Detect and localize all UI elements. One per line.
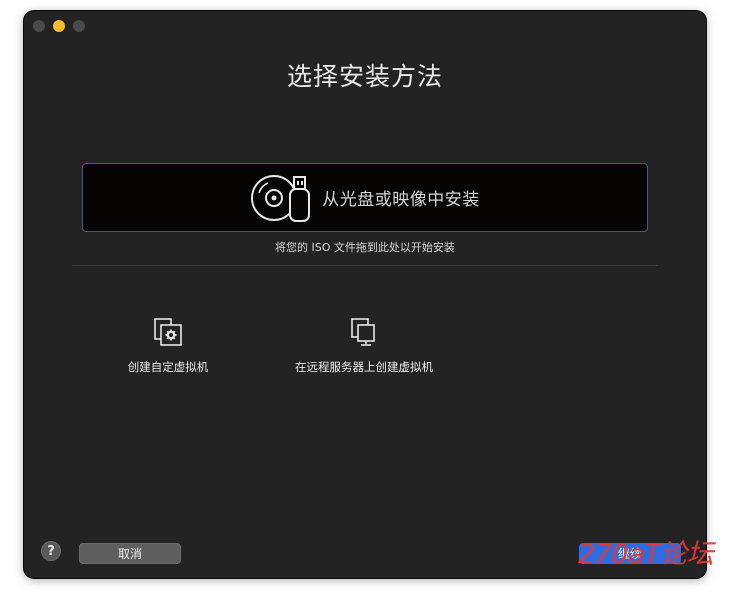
cancel-button[interactable]: 取消: [79, 543, 181, 564]
zoom-window-button[interactable]: [73, 20, 85, 32]
install-from-disc-label: 从光盘或映像中安装: [322, 190, 480, 210]
help-button[interactable]: ?: [41, 541, 61, 561]
install-from-disc-option[interactable]: 从光盘或映像中安装: [82, 163, 648, 232]
create-remote-vm-option[interactable]: 在远程服务器上创建虚拟机: [288, 317, 440, 375]
minimize-window-button[interactable]: [53, 20, 65, 32]
watermark: 270aT论坛: [578, 539, 714, 570]
window-controls: [33, 20, 85, 32]
drop-hint: 将您的 ISO 文件拖到此处以开始安装: [275, 241, 455, 254]
divider: [72, 265, 658, 266]
create-custom-vm-label: 创建自定虚拟机: [127, 360, 209, 374]
remote-server-icon: [351, 318, 375, 346]
close-window-button[interactable]: [33, 20, 45, 32]
create-custom-vm-option[interactable]: 创建自定虚拟机: [120, 317, 216, 375]
create-remote-vm-label: 在远程服务器上创建虚拟机: [295, 360, 433, 374]
installer-window: 选择安装方法 从光盘或映像中安装 将您的 ISO 文件拖到此处以开始安装 创建自…: [24, 11, 706, 578]
custom-vm-icon: [154, 318, 182, 346]
page-title: 选择安装方法: [286, 62, 443, 91]
disc-usb-icon: [251, 174, 311, 222]
